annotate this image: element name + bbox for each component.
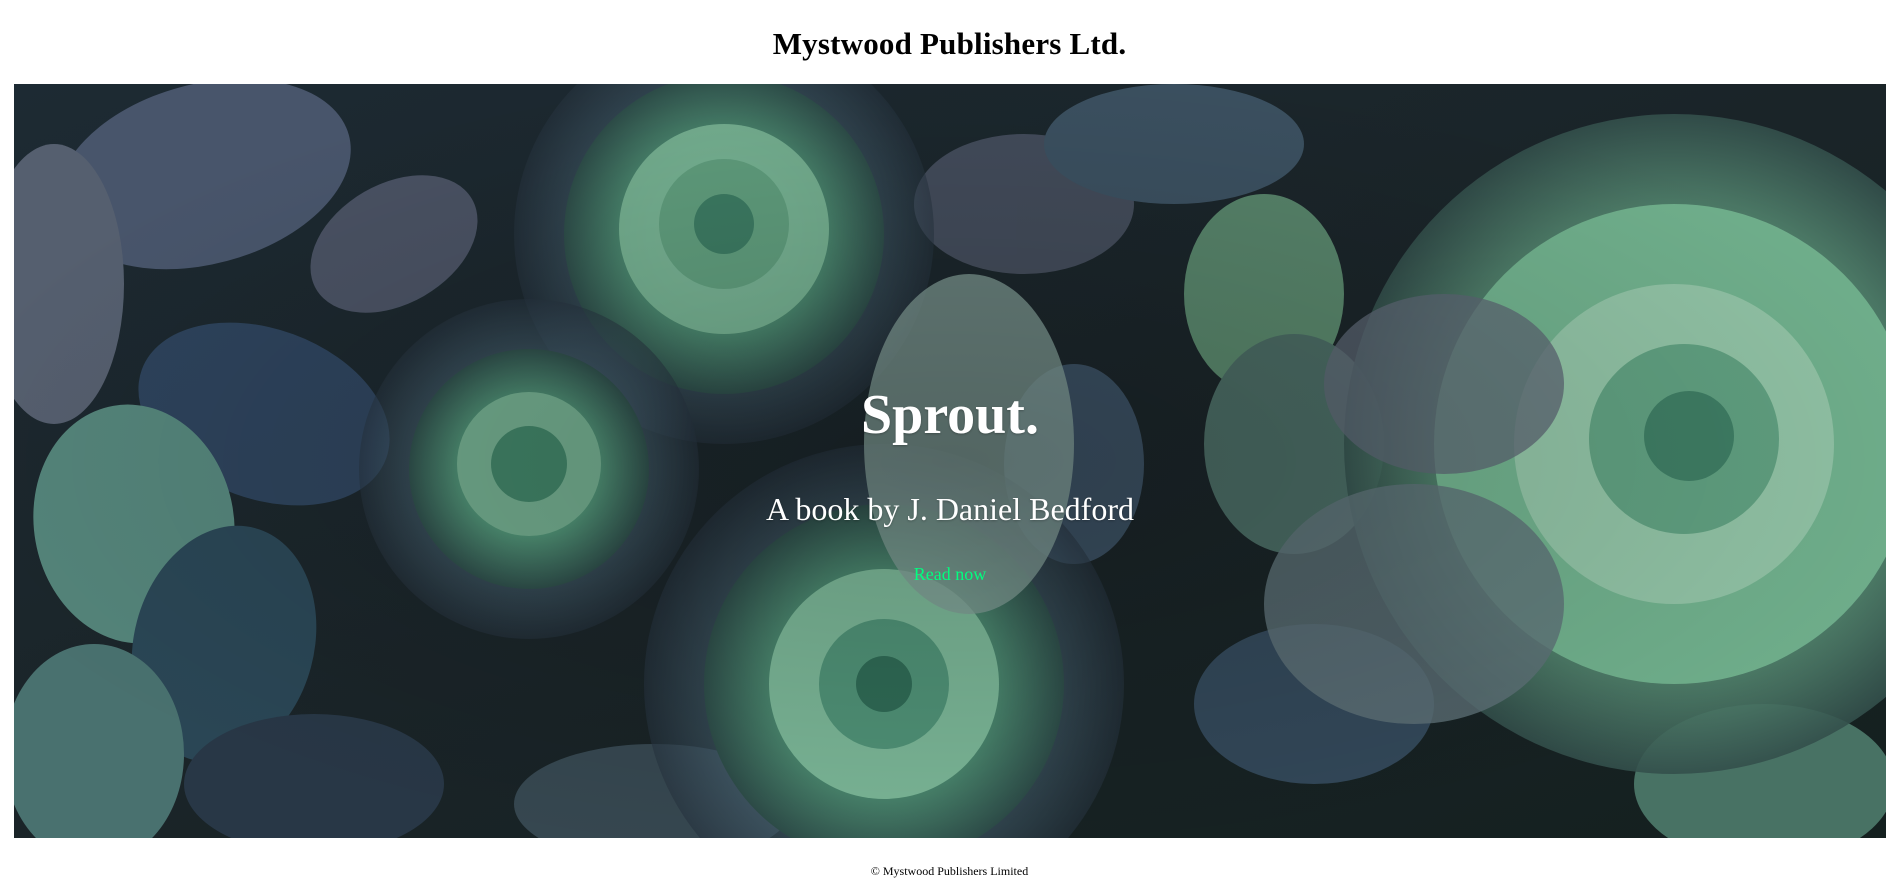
hero-banner: Sprout. A book by J. Daniel Bedford Read… — [14, 84, 1886, 838]
read-now-link[interactable]: Read now — [914, 565, 986, 583]
hero-content: Sprout. A book by J. Daniel Bedford Read… — [14, 84, 1886, 838]
site-title: Mystwood Publishers Ltd. — [772, 25, 1127, 61]
book-title: Sprout. — [861, 384, 1039, 446]
copyright-text: © Mystwood Publishers Limited — [870, 864, 1029, 878]
book-byline: A book by J. Daniel Bedford — [766, 491, 1134, 527]
site-header: Mystwood Publishers Ltd. — [0, 0, 1899, 84]
site-footer: © Mystwood Publishers Limited — [0, 865, 1899, 877]
